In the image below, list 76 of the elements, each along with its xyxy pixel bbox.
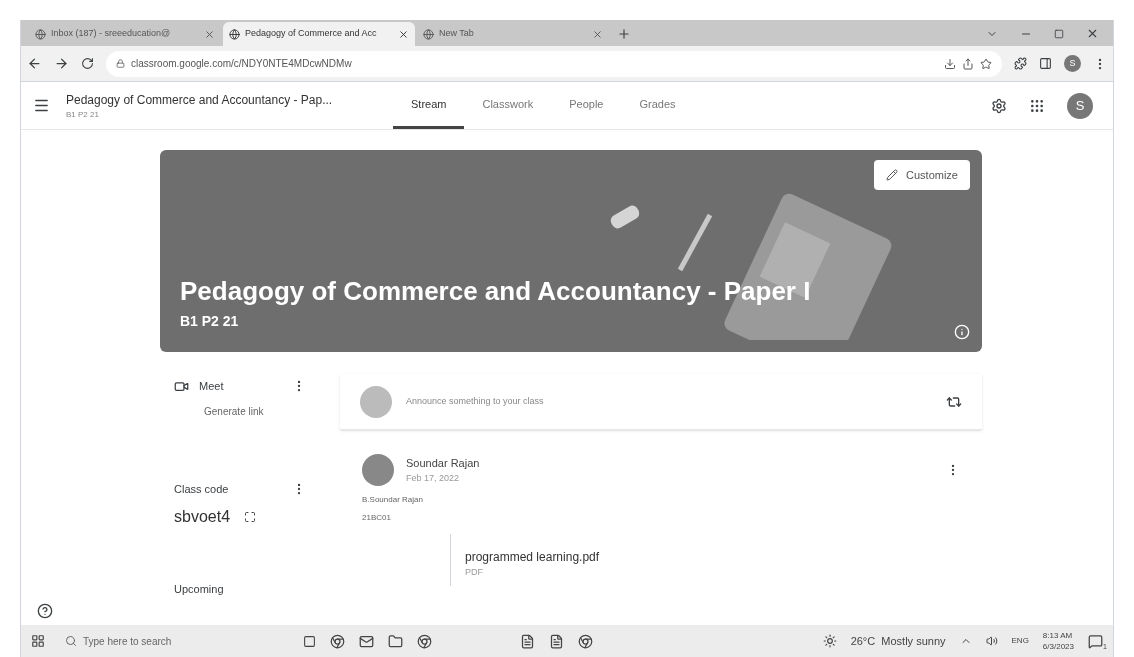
install-icon[interactable] — [944, 57, 956, 70]
folder-icon[interactable] — [388, 633, 403, 649]
tab-title: Pedagogy of Commerce and Acc — [245, 27, 378, 41]
help-icon[interactable] — [37, 603, 53, 619]
close-icon[interactable] — [398, 28, 409, 40]
announce-placeholder: Announce something to your class — [406, 394, 545, 408]
bookmark-icon[interactable] — [980, 57, 992, 70]
start-icon[interactable] — [31, 634, 45, 648]
close-icon[interactable] — [1086, 27, 1099, 40]
banner-section: B1 P2 21 — [180, 311, 962, 332]
nav-tab[interactable]: Classwork — [464, 82, 552, 129]
post-date: Feb 17, 2022 — [406, 471, 461, 485]
info-icon[interactable] — [954, 324, 970, 340]
lock-icon — [116, 59, 125, 68]
weather-text[interactable]: 26°C Mostly sunny — [850, 632, 946, 650]
tab-title: Inbox (187) - sreeeducation@ — [51, 27, 172, 41]
address-bar[interactable]: classroom.google.com/c/NDY0NTE4MDcwNDMw — [106, 50, 1002, 77]
nav-tab[interactable]: Stream — [393, 82, 465, 129]
language-indicator[interactable]: ENG — [1011, 635, 1029, 647]
class-code: sbvoet4 — [174, 507, 231, 527]
post-text: B.Soundar Rajan — [362, 494, 424, 506]
profile-avatar[interactable]: S — [1064, 55, 1081, 72]
fullscreen-icon[interactable] — [244, 511, 257, 523]
taskbar-search[interactable]: Type here to search — [59, 628, 289, 654]
user-avatar — [360, 385, 392, 418]
customize-button[interactable]: Customize — [874, 160, 970, 190]
volume-icon[interactable] — [985, 635, 998, 647]
user-avatar[interactable]: S — [1067, 92, 1093, 119]
browser-tab[interactable]: Pedagogy of Commerce and Acc — [223, 22, 415, 46]
new-tab-icon[interactable] — [617, 27, 631, 41]
task-view-icon[interactable] — [303, 634, 316, 648]
course-section: B1 P2 21 — [66, 108, 333, 121]
nav-tab[interactable]: Grades — [621, 82, 694, 129]
extensions-icon[interactable] — [1014, 57, 1027, 70]
back-icon[interactable] — [27, 56, 42, 71]
generate-link[interactable]: Generate link — [204, 404, 320, 419]
class-code-label: Class code — [174, 481, 230, 497]
weather-icon — [822, 634, 837, 648]
banner-title: Pedagogy of Commerce and Accountancy - Paper I — [180, 275, 812, 308]
tab-title: New Tab — [439, 27, 475, 41]
course-title: Pedagogy of Commerce and Accountancy - Pap... — [66, 91, 333, 109]
settings-icon[interactable] — [991, 97, 1007, 114]
attachment-type: PDF — [465, 566, 484, 579]
notification-icon[interactable] — [1088, 633, 1103, 649]
announce-bar[interactable]: Announce something to your class — [340, 374, 982, 430]
menu-icon[interactable] — [33, 97, 50, 114]
author-avatar — [362, 454, 394, 486]
browser-icon[interactable] — [330, 633, 345, 649]
search-icon — [65, 635, 77, 647]
attachment-name: programmed learning.pdf — [465, 549, 601, 566]
browser-icon[interactable] — [417, 633, 432, 649]
browser-icon[interactable] — [578, 633, 593, 649]
post-text: 21BC01 — [362, 512, 392, 524]
side-panel-icon[interactable] — [1039, 57, 1052, 70]
reload-icon[interactable] — [81, 57, 94, 70]
close-icon[interactable] — [592, 28, 603, 40]
page-icon — [35, 28, 46, 40]
clock-time[interactable]: 8:13 AM — [1042, 630, 1074, 641]
mail-icon[interactable] — [359, 633, 374, 649]
apps-icon[interactable] — [1029, 97, 1045, 114]
clock-date[interactable]: 6/3/2023 — [1042, 641, 1074, 652]
share-icon[interactable] — [962, 57, 974, 70]
pencil-icon — [886, 169, 899, 181]
url-text: classroom.google.com/c/NDY0NTE4MDcwNDMw — [131, 57, 352, 71]
meet-label: Meet — [199, 378, 225, 394]
nav-tab[interactable]: People — [551, 82, 622, 129]
page-icon — [229, 28, 240, 40]
document-icon[interactable] — [549, 633, 564, 649]
page-icon — [423, 28, 434, 40]
search-placeholder: Type here to search — [83, 634, 172, 649]
author-name: Soundar Rajan — [406, 456, 481, 471]
upcoming-label: Upcoming — [173, 582, 225, 597]
maximize-icon[interactable] — [1054, 28, 1064, 39]
close-icon[interactable] — [204, 28, 215, 40]
attachment-card[interactable]: programmed learning.pdf PDF — [450, 534, 960, 586]
forward-icon[interactable] — [54, 56, 69, 71]
